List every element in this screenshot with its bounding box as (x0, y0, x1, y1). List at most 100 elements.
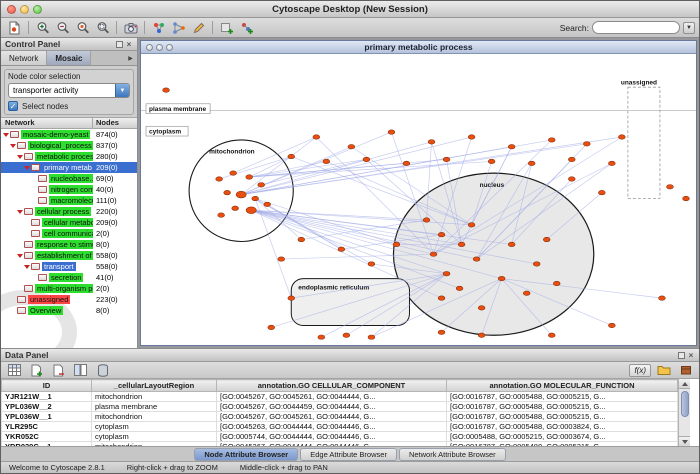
table-cell[interactable]: [GO:0005488, GO:0005215, GO:0003674, G..… (447, 432, 678, 442)
tree-row[interactable]: biological_process837(0) (1, 140, 137, 151)
tree-row[interactable]: mosaic-demo-yeast874(0) (1, 129, 137, 140)
table-cell[interactable]: YPL036W__1 (2, 412, 92, 422)
table-cell[interactable]: YLR295C (2, 422, 92, 432)
zoom-out-button[interactable] (53, 19, 72, 36)
tab-overflow-button[interactable]: ▶ (124, 51, 137, 65)
import-network-button[interactable] (5, 19, 24, 36)
expander-icon[interactable] (3, 133, 9, 137)
zoom-in-button[interactable] (33, 19, 52, 36)
zoom-fit-button[interactable] (93, 19, 112, 36)
table-cell[interactable]: mitochondrion (92, 412, 217, 422)
table-row[interactable]: YPL036W__2plasma membrane[GO:0045267, GO… (2, 402, 678, 412)
table-cell[interactable]: [GO:0016787, GO:0005488, GO:0005215, G..… (447, 402, 678, 412)
attribute-batch-button[interactable] (676, 362, 695, 379)
vizmapper-button[interactable] (149, 19, 168, 36)
select-nodes-option[interactable]: ✓ Select nodes (8, 101, 130, 111)
checkbox-checked-icon[interactable]: ✓ (8, 101, 18, 111)
node-color-dropdown[interactable]: transporter activity ▼ (8, 83, 130, 98)
table-cell[interactable]: [GO:0045267, GO:0045261, GO:0044444, G..… (217, 392, 447, 402)
tree-row[interactable]: unassigned223(0) (1, 294, 137, 305)
tree-row[interactable]: Overview8(0) (1, 305, 137, 316)
table-row[interactable]: YPL036W__1mitochondrion[GO:0045267, GO:0… (2, 412, 678, 422)
table-cell[interactable]: [GO:0045267, GO:0044459, GO:0044444, G..… (217, 402, 447, 412)
network-close-button[interactable] (146, 44, 153, 51)
table-row[interactable]: YJR121W__1mitochondrion[GO:0045267, GO:0… (2, 392, 678, 402)
search-input[interactable] (592, 21, 680, 34)
column-header[interactable]: _cellularLayoutRegion (92, 380, 217, 392)
expander-icon[interactable] (17, 210, 23, 214)
table-cell[interactable]: plasma membrane (92, 402, 217, 412)
tree-row[interactable]: response to stimul...8(0) (1, 239, 137, 250)
close-panel-icon[interactable]: × (125, 41, 133, 48)
table-cell[interactable]: mitochondrion (92, 392, 217, 402)
column-header[interactable]: annotation.GO CELLULAR_COMPONENT (217, 380, 447, 392)
close-window-button[interactable] (7, 5, 16, 14)
table-cell[interactable]: YJR121W__1 (2, 392, 92, 402)
column-header[interactable]: ID (2, 380, 92, 392)
tree-row[interactable]: nucleobase...69(0) (1, 173, 137, 184)
tree-row[interactable]: cellular metabo...209(0) (1, 217, 137, 228)
annotation-add-button[interactable] (217, 19, 236, 36)
tree-row[interactable]: establishment of lo...558(0) (1, 250, 137, 261)
table-cell[interactable]: cytoplasm (92, 422, 217, 432)
table-cell[interactable]: [GO:0016787, GO:0005488, GO:0003824, G..… (447, 422, 678, 432)
tree-row[interactable]: metabolic process280(0) (1, 151, 137, 162)
create-attribute-button[interactable] (27, 362, 46, 379)
table-cell[interactable]: [GO:0045263, GO:0044444, GO:0044446, G..… (217, 422, 447, 432)
delete-attribute-button[interactable] (49, 362, 68, 379)
expander-icon[interactable] (24, 265, 30, 269)
table-scrollbar[interactable] (678, 379, 690, 446)
scroll-up-button[interactable] (679, 379, 690, 389)
tree-row[interactable]: primary metab209(0) (1, 162, 137, 173)
search-options-button[interactable]: ▼ (683, 22, 695, 34)
table-row[interactable]: YLR295Ccytoplasm[GO:0045263, GO:0044444,… (2, 422, 678, 432)
select-attributes-button[interactable] (5, 362, 24, 379)
table-cell[interactable]: YKR052C (2, 432, 92, 442)
expander-icon[interactable] (24, 166, 30, 170)
tree-row[interactable]: multi-organism pro...2(0) (1, 283, 137, 294)
scrollbar-thumb[interactable] (681, 391, 689, 417)
tree-column-nodes[interactable]: Nodes (93, 118, 119, 128)
table-cell[interactable]: [GO:0016787, GO:0005488, GO:0005215, G..… (447, 412, 678, 422)
tree-row[interactable]: cellular process220(0) (1, 206, 137, 217)
edit-button[interactable] (189, 19, 208, 36)
tree-row[interactable]: macromolecule...111(0) (1, 195, 137, 206)
close-panel-icon[interactable]: × (687, 352, 695, 359)
expander-icon[interactable] (17, 254, 23, 258)
table-cell[interactable]: [GO:0045267, GO:0045261, GO:0044444, G..… (217, 412, 447, 422)
tab-network-attribute-browser[interactable]: Network Attribute Browser (399, 448, 506, 461)
scroll-down-button[interactable] (679, 436, 690, 446)
tree-row[interactable]: transport558(0) (1, 261, 137, 272)
table-cell[interactable]: YPL036W__2 (2, 402, 92, 412)
import-attributes-button[interactable] (654, 362, 673, 379)
delete-rows-button[interactable] (93, 362, 112, 379)
float-panel-icon[interactable] (678, 352, 685, 359)
maximize-window-button[interactable] (33, 5, 42, 14)
zoom-selected-button[interactable] (73, 19, 92, 36)
tree-column-network[interactable]: Network (1, 118, 93, 128)
column-header[interactable]: annotation.GO MOLECULAR_FUNCTION (447, 380, 678, 392)
snapshot-button[interactable] (121, 19, 140, 36)
tree-row[interactable]: secretion41(0) (1, 272, 137, 283)
tab-node-attribute-browser[interactable]: Node Attribute Browser (194, 448, 298, 461)
network-minimize-button[interactable] (156, 44, 163, 51)
network-window-titlebar[interactable]: primary metabolic process (141, 41, 696, 54)
tab-mosaic[interactable]: Mosaic (47, 51, 91, 65)
table-row[interactable]: YKR052Ccytoplasm[GO:0005744, GO:0044444,… (2, 432, 678, 442)
expander-icon[interactable] (10, 144, 16, 148)
select-columns-button[interactable] (71, 362, 90, 379)
tree-row[interactable]: nitrogen compo...40(0) (1, 184, 137, 195)
expander-icon[interactable] (17, 155, 23, 159)
tab-edge-attribute-browser[interactable]: Edge Attribute Browser (300, 448, 397, 461)
network-canvas[interactable]: plasma membranecytoplasmmitochondrionnuc… (141, 54, 696, 345)
network-maximize-button[interactable] (166, 44, 173, 51)
float-panel-icon[interactable] (116, 41, 123, 48)
tree-row[interactable]: cell communica...2(0) (1, 228, 137, 239)
window-titlebar[interactable]: Cytoscape Desktop (New Session) (1, 1, 699, 18)
minimize-window-button[interactable] (20, 5, 29, 14)
table-cell[interactable]: cytoplasm (92, 432, 217, 442)
table-cell[interactable]: [GO:0005744, GO:0044444, GO:0044446, G..… (217, 432, 447, 442)
tab-network[interactable]: Network (1, 51, 47, 65)
layout-button[interactable] (169, 19, 188, 36)
network-add-button[interactable] (237, 19, 256, 36)
